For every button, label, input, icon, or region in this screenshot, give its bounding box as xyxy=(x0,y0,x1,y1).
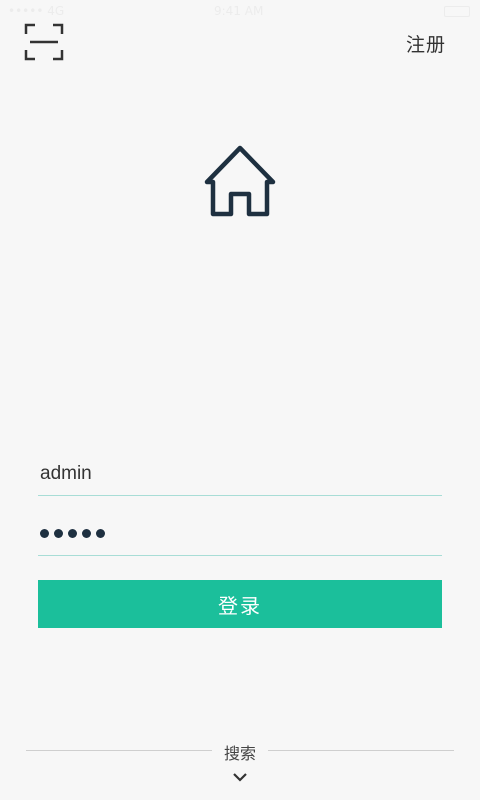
register-link[interactable]: 注册 xyxy=(406,30,446,57)
status-time: 9:41 AM xyxy=(214,4,264,18)
password-field[interactable] xyxy=(38,512,442,556)
scan-button[interactable] xyxy=(22,22,66,62)
carrier-label: ••••• 4G xyxy=(8,4,65,18)
chevron-down-icon[interactable] xyxy=(232,768,248,782)
status-bar: ••••• 4G 9:41 AM xyxy=(0,0,480,22)
password-mask xyxy=(38,529,105,538)
login-screen: ••••• 4G 9:41 AM 注册 admin 登录 搜索 xyxy=(0,0,480,800)
password-dot xyxy=(82,529,91,538)
password-dot xyxy=(54,529,63,538)
home-logo xyxy=(199,142,281,218)
scan-frame-icon xyxy=(24,23,64,61)
chevron-down-glyph xyxy=(233,773,247,782)
login-button[interactable]: 登录 xyxy=(38,580,442,628)
password-dot xyxy=(40,529,49,538)
password-dot xyxy=(96,529,105,538)
search-divider: 搜索 xyxy=(26,738,454,764)
divider-line-right xyxy=(268,750,454,751)
search-link[interactable]: 搜索 xyxy=(214,740,266,764)
username-value: admin xyxy=(40,462,92,484)
divider-line-left xyxy=(26,750,212,751)
password-dot xyxy=(68,529,77,538)
battery-icon xyxy=(444,6,470,17)
username-field[interactable]: admin xyxy=(38,452,442,496)
house-icon xyxy=(204,145,276,217)
